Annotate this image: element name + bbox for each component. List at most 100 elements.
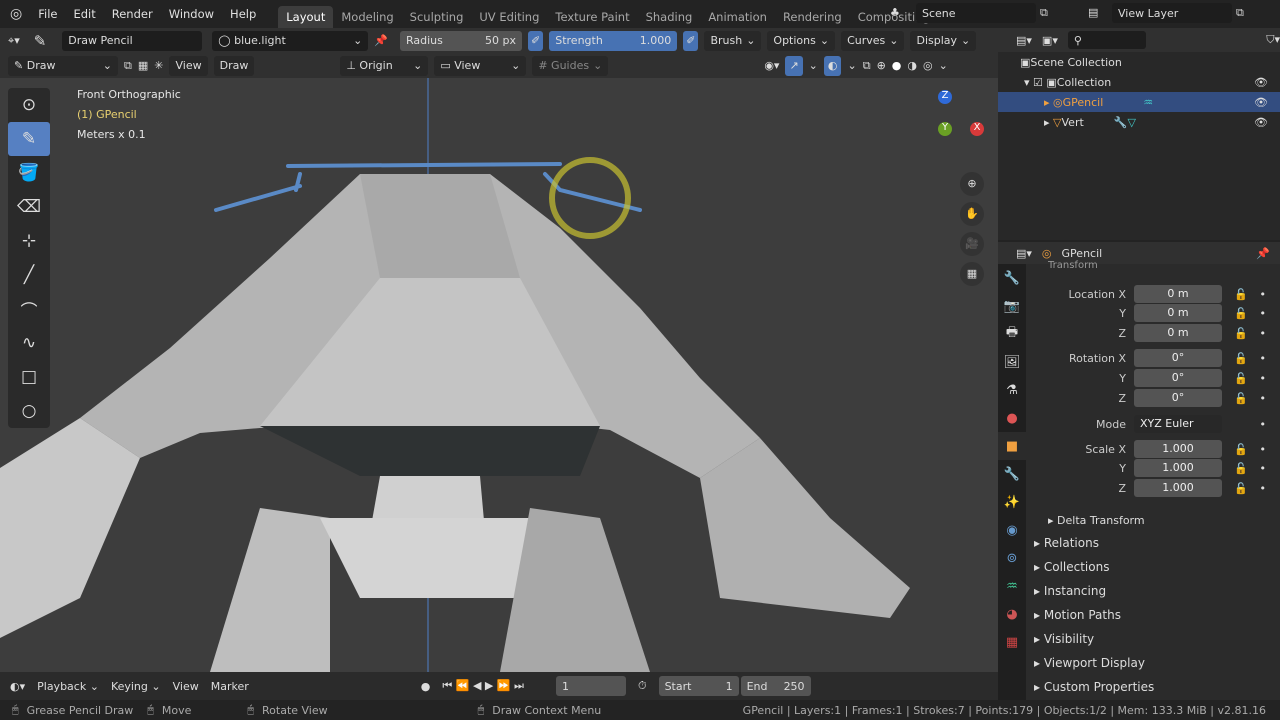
- line-tool-icon[interactable]: ╱: [8, 258, 50, 292]
- gpencil-data-icon[interactable]: ♒: [1143, 96, 1153, 109]
- draw-tool-icon[interactable]: ✎: [8, 122, 50, 156]
- arc-tool-icon[interactable]: ⌒: [8, 292, 50, 326]
- outliner-item-gpencil[interactable]: ▸ ◎ GPencil ♒ 👁: [998, 92, 1280, 112]
- menu-help[interactable]: Help: [222, 7, 264, 21]
- keyframe-dot-icon[interactable]: •: [1260, 392, 1267, 405]
- panel-collections[interactable]: ▸ Collections: [1034, 560, 1109, 574]
- property-value-field[interactable]: 1.000: [1134, 459, 1222, 477]
- pan-hand-icon[interactable]: ✋: [960, 202, 984, 226]
- keyframe-dot-icon[interactable]: •: [1260, 462, 1267, 475]
- texture-tab-icon[interactable]: ▦: [998, 628, 1026, 656]
- playback-controls[interactable]: ⏮ ⏪ ◀ ▶ ⏩ ⏭: [442, 679, 524, 693]
- filter-view-icon[interactable]: ▣▾: [1042, 34, 1058, 47]
- lock-icon[interactable]: 🔓: [1234, 443, 1248, 456]
- autolock-icon[interactable]: ▦: [138, 59, 148, 72]
- view-menu[interactable]: View: [173, 680, 199, 693]
- marker-menu[interactable]: Marker: [211, 680, 249, 693]
- editor-type-icon[interactable]: ◐▾: [10, 680, 25, 693]
- material-selector[interactable]: ◯ blue.light ⌄: [212, 30, 369, 51]
- blender-logo-icon[interactable]: ◎: [0, 6, 30, 22]
- start-frame-field[interactable]: Start 1: [658, 676, 739, 696]
- tab-shading[interactable]: Shading: [638, 6, 701, 28]
- 3d-viewport[interactable]: Front Orthographic (1) GPencil Meters x …: [0, 78, 998, 672]
- record-icon[interactable]: ●: [421, 680, 431, 693]
- multiframe-icon[interactable]: ⧉: [124, 59, 132, 73]
- view-menu[interactable]: View: [169, 55, 208, 76]
- axis-y-gizmo[interactable]: Y: [938, 122, 952, 136]
- menu-render[interactable]: Render: [104, 7, 161, 21]
- pin-icon[interactable]: 📌: [1256, 247, 1270, 260]
- panel-motion-paths[interactable]: ▸ Motion Paths: [1034, 608, 1121, 622]
- strength-slider[interactable]: Strength 1.000: [549, 30, 678, 51]
- xray-icon[interactable]: ⧉: [863, 59, 871, 73]
- material-tab-icon[interactable]: ◕: [998, 600, 1026, 628]
- snowflake-icon[interactable]: ✳: [154, 59, 163, 72]
- keyframe-dot-icon[interactable]: •: [1260, 482, 1267, 495]
- circle-tool-icon[interactable]: ○: [8, 394, 50, 428]
- keyframe-dot-icon[interactable]: •: [1260, 307, 1267, 320]
- world-tab-icon[interactable]: ●: [998, 404, 1026, 432]
- end-frame-field[interactable]: End 250: [740, 676, 811, 696]
- view-layer-icon[interactable]: ▤: [1088, 6, 1098, 19]
- axis-x-gizmo[interactable]: X: [970, 122, 984, 136]
- shading-solid-icon[interactable]: ●: [892, 59, 902, 72]
- shading-rendered-icon[interactable]: ◎: [923, 59, 933, 72]
- current-frame-field[interactable]: 1: [555, 676, 626, 696]
- stopwatch-icon[interactable]: ⏱: [638, 679, 647, 693]
- object-tab-icon[interactable]: ■: [998, 432, 1026, 460]
- panel-delta-transform[interactable]: ▸ Delta Transform: [1048, 514, 1145, 527]
- property-value-field[interactable]: XYZ Euler: [1134, 415, 1222, 433]
- overlay-icon[interactable]: ◐: [823, 55, 842, 76]
- render-tab-icon[interactable]: 📷: [998, 292, 1026, 320]
- keyframe-dot-icon[interactable]: •: [1260, 443, 1267, 456]
- erase-tool-icon[interactable]: ⌫: [8, 190, 50, 224]
- display-menu[interactable]: Display ⌄: [910, 30, 977, 51]
- lock-icon[interactable]: 🔓: [1234, 462, 1248, 475]
- property-value-field[interactable]: 0°: [1134, 389, 1222, 407]
- menu-file[interactable]: File: [30, 7, 65, 21]
- tab-animation[interactable]: Animation: [700, 6, 775, 28]
- radius-pressure-icon[interactable]: ✐: [528, 30, 544, 51]
- scene-selector[interactable]: Scene: [916, 3, 1036, 23]
- visibility-icon[interactable]: ◉▾: [764, 59, 779, 72]
- property-value-field[interactable]: 0°: [1134, 349, 1222, 367]
- tab-texture-paint[interactable]: Texture Paint: [547, 6, 637, 28]
- outliner-item-collection[interactable]: ▾ ☑ ▣ Collection 👁: [998, 72, 1280, 92]
- keyframe-dot-icon[interactable]: •: [1260, 288, 1267, 301]
- shading-material-icon[interactable]: ◑: [907, 59, 917, 72]
- lock-icon[interactable]: 🔓: [1234, 352, 1248, 365]
- zoom-icon[interactable]: ⊕: [960, 172, 984, 196]
- fill-tool-icon[interactable]: 🪣: [8, 156, 50, 190]
- modifier-tab-icon[interactable]: 🔧: [998, 460, 1026, 488]
- grid-ortho-icon[interactable]: ▦: [960, 262, 984, 286]
- scene-tab-icon[interactable]: ⚗: [998, 376, 1026, 404]
- editor-type-icon[interactable]: ▤▾: [1016, 247, 1032, 260]
- outliner-item-vert[interactable]: ▸ ▽ Vert 🔧▽ 👁: [998, 112, 1280, 132]
- panel-custom-properties[interactable]: ▸ Custom Properties: [1034, 680, 1154, 694]
- property-value-field[interactable]: 1.000: [1134, 440, 1222, 458]
- tool-icon[interactable]: ⌖▾: [8, 34, 20, 48]
- property-value-field[interactable]: 1.000: [1134, 479, 1222, 497]
- property-value-field[interactable]: 0 m: [1134, 324, 1222, 342]
- radius-slider[interactable]: Radius 50 px: [400, 30, 522, 51]
- tint-tool-icon[interactable]: ⊹: [8, 224, 50, 258]
- modifier-mesh-icon[interactable]: 🔧▽: [1114, 116, 1136, 129]
- shading-dropdown-icon[interactable]: ⌄: [939, 59, 948, 72]
- tab-uv-editing[interactable]: UV Editing: [471, 6, 547, 28]
- options-menu[interactable]: Options ⌄: [767, 30, 836, 51]
- outliner-item-scene-collection[interactable]: ▣ Scene Collection: [998, 52, 1280, 72]
- tab-layout[interactable]: Layout: [278, 6, 334, 28]
- panel-visibility[interactable]: ▸ Visibility: [1034, 632, 1094, 646]
- keyframe-dot-icon[interactable]: •: [1260, 372, 1267, 385]
- lock-icon[interactable]: 🔓: [1234, 288, 1248, 301]
- keyframe-dot-icon[interactable]: •: [1260, 327, 1267, 340]
- view-plane-selector[interactable]: ▭ View ⌄: [434, 55, 527, 76]
- menu-window[interactable]: Window: [161, 7, 222, 21]
- tab-modeling[interactable]: Modeling: [333, 6, 401, 28]
- expand-icon[interactable]: ▾ ☑ ▣: [1024, 76, 1057, 89]
- output-tab-icon[interactable]: 🖶: [998, 320, 1026, 348]
- pencil-brush-icon[interactable]: ✎: [34, 32, 47, 50]
- eye-icon[interactable]: 👁: [1254, 116, 1268, 129]
- keyframe-dot-icon[interactable]: •: [1260, 352, 1267, 365]
- eye-icon[interactable]: 👁: [1254, 76, 1268, 89]
